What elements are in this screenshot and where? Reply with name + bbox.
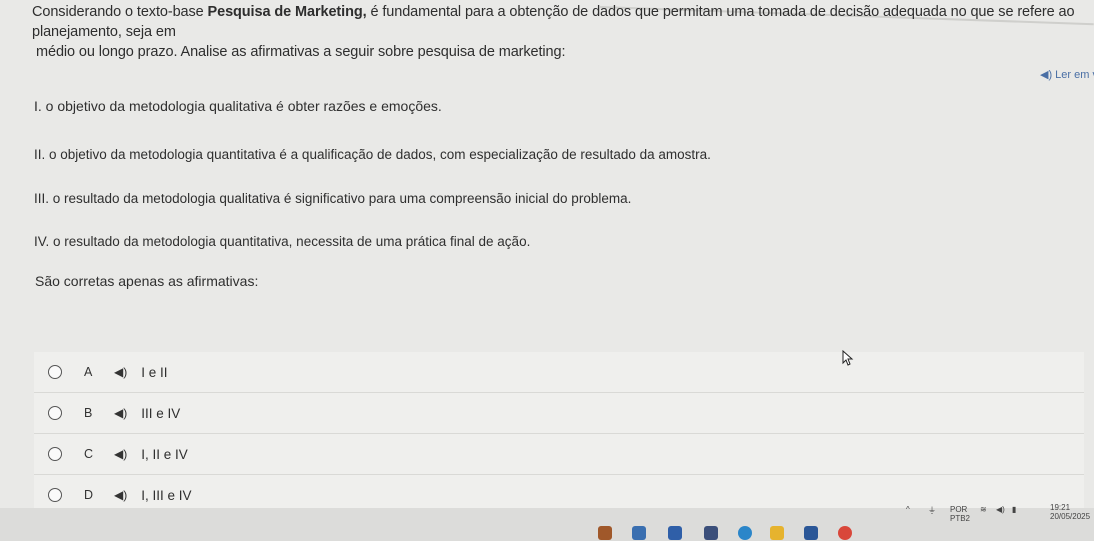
- option-b-text: III e IV: [141, 405, 181, 421]
- wifi-icon[interactable]: ≋: [980, 505, 987, 514]
- option-a-letter: A: [84, 365, 93, 379]
- intro-line2: médio ou longo prazo. Analise as afirmat…: [36, 44, 566, 60]
- intro-bold: Pesquisa de Marketing,: [207, 4, 367, 20]
- speaker-icon[interactable]: ◀): [114, 488, 127, 502]
- chrome-browser-icon[interactable]: [838, 526, 852, 540]
- app-icon[interactable]: [668, 526, 682, 540]
- clock-time: 19:21: [1050, 503, 1071, 512]
- read-aloud-button[interactable]: ◀) Ler em v: [1040, 68, 1094, 81]
- statement-1: I. o objetivo da metodologia qualitativa…: [34, 98, 442, 114]
- clock[interactable]: 19:21 20/05/2025: [1050, 503, 1090, 521]
- language-indicator[interactable]: POR PTB2: [950, 505, 970, 523]
- folder-icon[interactable]: [770, 526, 784, 540]
- statement-2: II. o objetivo da metodologia quantitati…: [34, 147, 711, 162]
- question-intro: Considerando o texto-base Pesquisa de Ma…: [32, 2, 1092, 62]
- radio-d[interactable]: [48, 488, 62, 502]
- speaker-icon[interactable]: ◀): [114, 365, 127, 379]
- microphone-icon[interactable]: ⏚: [928, 505, 936, 516]
- option-d-letter: D: [84, 488, 94, 502]
- language-sub: PTB2: [950, 514, 971, 523]
- app-icon[interactable]: [704, 526, 718, 540]
- speaker-icon[interactable]: ◀): [114, 447, 127, 461]
- radio-c[interactable]: [48, 447, 62, 461]
- language-code: POR: [950, 505, 968, 514]
- option-b[interactable]: B ◀) III e IV: [34, 393, 1084, 434]
- option-b-letter: B: [84, 406, 93, 420]
- radio-b[interactable]: [48, 406, 62, 420]
- option-d-text: I, III e IV: [141, 487, 192, 503]
- option-a-text: I e II: [141, 364, 168, 380]
- app-icon[interactable]: [598, 526, 612, 540]
- volume-icon[interactable]: ◀): [996, 505, 1005, 514]
- intro-part1: Considerando o texto-base: [32, 4, 208, 20]
- speaker-icon[interactable]: ◀): [114, 406, 127, 420]
- app-icon[interactable]: [632, 526, 646, 540]
- option-c[interactable]: C ◀) I, II e IV: [34, 434, 1084, 475]
- option-a[interactable]: A ◀) I e II: [34, 352, 1084, 393]
- chevron-up-icon[interactable]: ^: [906, 505, 910, 514]
- statement-3: III. o resultado da metodologia qualitat…: [34, 191, 632, 206]
- radio-a[interactable]: [48, 365, 62, 379]
- option-c-letter: C: [84, 447, 94, 461]
- edge-browser-icon[interactable]: [738, 526, 752, 540]
- question-prompt: São corretas apenas as afirmativas:: [35, 273, 259, 289]
- clock-date: 20/05/2025: [1050, 512, 1091, 521]
- battery-icon[interactable]: ▮: [1012, 505, 1016, 514]
- option-c-text: I, II e IV: [141, 446, 188, 462]
- answer-options: A ◀) I e II B ◀) III e IV C ◀) I, II e I…: [34, 352, 1084, 516]
- word-icon[interactable]: [804, 526, 818, 540]
- statement-4: IV. o resultado da metodologia quantitat…: [34, 234, 531, 249]
